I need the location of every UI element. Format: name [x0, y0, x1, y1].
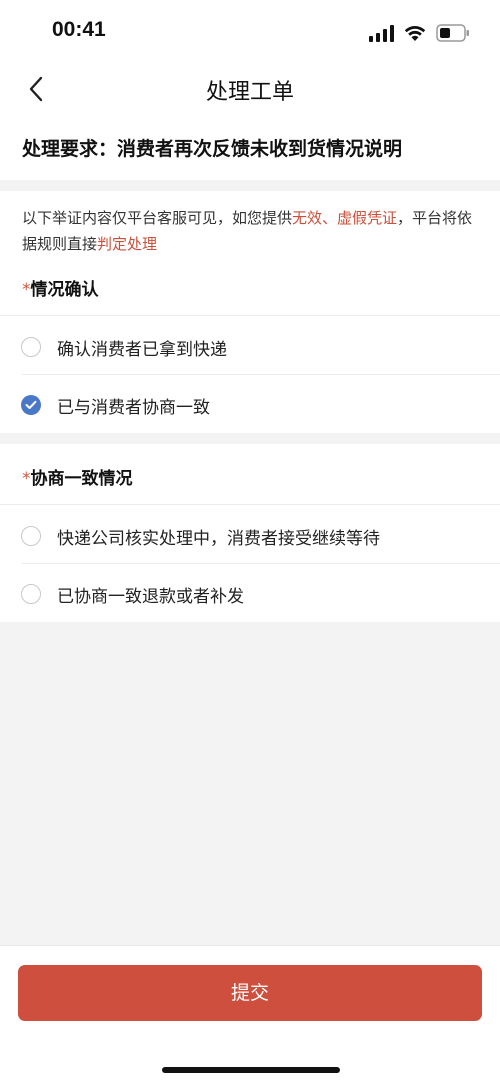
- radio-unchecked-icon[interactable]: [21, 526, 41, 546]
- option-label: 已与消费者协商一致: [57, 398, 210, 418]
- situation-confirm-label: 情况确认: [30, 280, 99, 300]
- radio-unchecked-icon[interactable]: [21, 337, 41, 357]
- notice-text-1: 以下举证内容仅平台客服可见，如您提供: [22, 209, 293, 227]
- battery-icon: [436, 24, 470, 42]
- option-label: 快递公司核实处理中，消费者接受继续等待: [57, 529, 380, 549]
- status-time: 00:41: [52, 18, 106, 41]
- option-consumer-received[interactable]: 确认消费者已拿到快递: [0, 317, 500, 375]
- option-label: 确认消费者已拿到快递: [57, 340, 227, 360]
- home-indicator[interactable]: [162, 1067, 340, 1073]
- status-icons: [369, 22, 470, 44]
- option-courier-verifying[interactable]: 快递公司核实处理中，消费者接受继续等待: [0, 506, 500, 564]
- situation-confirm-title: *情况确认: [22, 275, 99, 300]
- submit-button[interactable]: 提交: [18, 965, 482, 1021]
- status-bar: 00:41: [0, 0, 500, 62]
- notice-highlight-invalid: 无效、虚假凭证: [292, 209, 398, 227]
- negotiation-section: *协商一致情况 快递公司核实处理中，消费者接受继续等待 已协商一致退款或者补发: [0, 444, 500, 622]
- situation-confirm-section: 以下举证内容仅平台客服可见，如您提供无效、虚假凭证，平台将依据规则直接判定处理 …: [0, 191, 500, 433]
- footer: 提交: [0, 945, 500, 1082]
- wifi-icon: [403, 24, 427, 42]
- required-mark: *: [22, 280, 31, 300]
- requirement-text: 处理要求：消费者再次反馈未收到货情况说明: [0, 116, 500, 180]
- radio-checked-icon[interactable]: [21, 395, 41, 415]
- option-label: 已协商一致退款或者补发: [57, 587, 244, 607]
- page-title: 处理工单: [205, 80, 294, 105]
- negotiation-title: *协商一致情况: [22, 464, 133, 489]
- option-refund-or-resend[interactable]: 已协商一致退款或者补发: [0, 564, 500, 622]
- divider: [0, 504, 500, 505]
- cellular-signal-icon: [369, 24, 394, 42]
- nav-bar: 处理工单: [0, 62, 500, 116]
- divider: [0, 315, 500, 316]
- radio-unchecked-icon[interactable]: [21, 584, 41, 604]
- negotiation-label: 协商一致情况: [30, 469, 133, 489]
- option-negotiated-with-consumer[interactable]: 已与消费者协商一致: [0, 375, 500, 433]
- evidence-notice: 以下举证内容仅平台客服可见，如您提供无效、虚假凭证，平台将依据规则直接判定处理: [22, 205, 482, 257]
- notice-highlight-judgment: 判定处理: [97, 235, 158, 253]
- required-mark: *: [22, 469, 31, 489]
